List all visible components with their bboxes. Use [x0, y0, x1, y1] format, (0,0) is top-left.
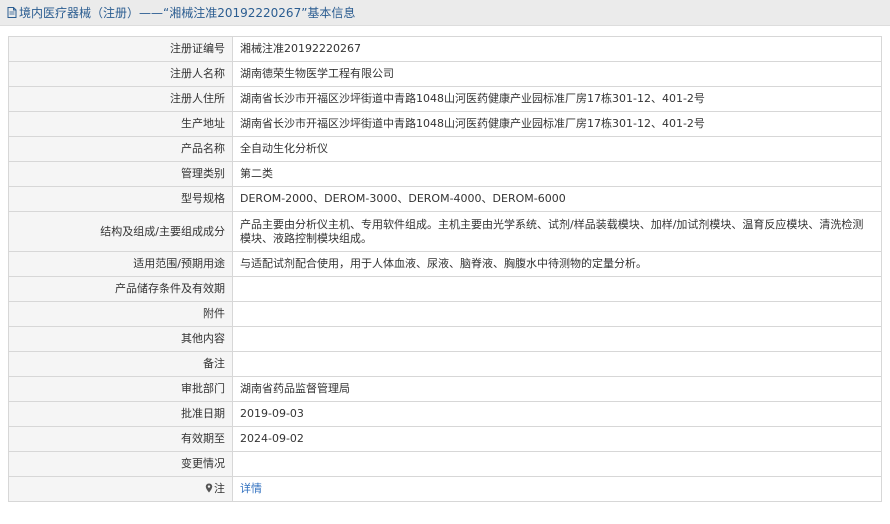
- row-value: 2024-09-02: [232, 426, 882, 452]
- pin-icon: [205, 483, 213, 493]
- row-label: 注册证编号: [8, 36, 233, 62]
- note-value-cell: 详情: [232, 476, 882, 502]
- row-label: 产品名称: [8, 136, 233, 162]
- row-registrant-address: 注册人住所 湖南省长沙市开福区沙坪街道中青路1048山河医药健康产业园标准厂房1…: [8, 86, 882, 112]
- row-value: DEROM-2000、DEROM-3000、DEROM-4000、DEROM-6…: [232, 186, 882, 212]
- row-label: 其他内容: [8, 326, 233, 352]
- row-value: 产品主要由分析仪主机、专用软件组成。主机主要由光学系统、试剂/样品装载模块、加样…: [232, 211, 882, 252]
- document-icon: [7, 7, 17, 18]
- row-value: 湖南省药品监督管理局: [232, 376, 882, 402]
- row-model-spec: 型号规格 DEROM-2000、DEROM-3000、DEROM-4000、DE…: [8, 186, 882, 212]
- row-value: [232, 276, 882, 302]
- page-title: 境内医疗器械（注册）——“湘械注准20192220267”基本信息: [19, 6, 356, 20]
- row-value: 2019-09-03: [232, 401, 882, 427]
- row-label: 注册人住所: [8, 86, 233, 112]
- row-label: 备注: [8, 351, 233, 377]
- row-management-category: 管理类别 第二类: [8, 161, 882, 187]
- note-label-cell: 注: [8, 476, 233, 502]
- row-value: [232, 451, 882, 477]
- row-note: 注 详情: [8, 476, 882, 502]
- row-other: 其他内容: [8, 326, 882, 352]
- details-link[interactable]: 详情: [240, 482, 262, 495]
- row-label: 审批部门: [8, 376, 233, 402]
- row-label: 适用范围/预期用途: [8, 251, 233, 277]
- row-value: 湘械注准20192220267: [232, 36, 882, 62]
- row-label: 有效期至: [8, 426, 233, 452]
- row-value: 与适配试剂配合使用，用于人体血液、尿液、脑脊液、胸腹水中待测物的定量分析。: [232, 251, 882, 277]
- page-header: 境内医疗器械（注册）——“湘械注准20192220267”基本信息: [0, 0, 890, 26]
- row-label: 变更情况: [8, 451, 233, 477]
- row-production-address: 生产地址 湖南省长沙市开福区沙坪街道中青路1048山河医药健康产业园标准厂房17…: [8, 111, 882, 137]
- row-storage: 产品储存条件及有效期: [8, 276, 882, 302]
- row-label: 产品储存条件及有效期: [8, 276, 233, 302]
- row-value: 湖南省长沙市开福区沙坪街道中青路1048山河医药健康产业园标准厂房17栋301-…: [232, 86, 882, 112]
- row-label: 批准日期: [8, 401, 233, 427]
- row-changes: 变更情况: [8, 451, 882, 477]
- note-label: 注: [214, 482, 225, 495]
- row-approval-dept: 审批部门 湖南省药品监督管理局: [8, 376, 882, 402]
- row-label: 附件: [8, 301, 233, 327]
- info-table-container: 注册证编号 湘械注准20192220267 注册人名称 湖南德荣生物医学工程有限…: [8, 36, 882, 502]
- row-label: 结构及组成/主要组成成分: [8, 211, 233, 252]
- row-value: 湖南德荣生物医学工程有限公司: [232, 61, 882, 87]
- info-table: 注册证编号 湘械注准20192220267 注册人名称 湖南德荣生物医学工程有限…: [8, 36, 882, 502]
- row-approval-date: 批准日期 2019-09-03: [8, 401, 882, 427]
- row-product-name: 产品名称 全自动生化分析仪: [8, 136, 882, 162]
- row-structure: 结构及组成/主要组成成分 产品主要由分析仪主机、专用软件组成。主机主要由光学系统…: [8, 211, 882, 252]
- row-remark: 备注: [8, 351, 882, 377]
- row-value: [232, 301, 882, 327]
- row-label: 型号规格: [8, 186, 233, 212]
- row-valid-until: 有效期至 2024-09-02: [8, 426, 882, 452]
- row-label: 管理类别: [8, 161, 233, 187]
- row-value: 全自动生化分析仪: [232, 136, 882, 162]
- row-attachment: 附件: [8, 301, 882, 327]
- row-value: 湖南省长沙市开福区沙坪街道中青路1048山河医药健康产业园标准厂房17栋301-…: [232, 111, 882, 137]
- row-label: 生产地址: [8, 111, 233, 137]
- row-scope: 适用范围/预期用途 与适配试剂配合使用，用于人体血液、尿液、脑脊液、胸腹水中待测…: [8, 251, 882, 277]
- row-value: 第二类: [232, 161, 882, 187]
- row-value: [232, 351, 882, 377]
- row-label: 注册人名称: [8, 61, 233, 87]
- row-value: [232, 326, 882, 352]
- row-registrant: 注册人名称 湖南德荣生物医学工程有限公司: [8, 61, 882, 87]
- row-registration-no: 注册证编号 湘械注准20192220267: [8, 36, 882, 62]
